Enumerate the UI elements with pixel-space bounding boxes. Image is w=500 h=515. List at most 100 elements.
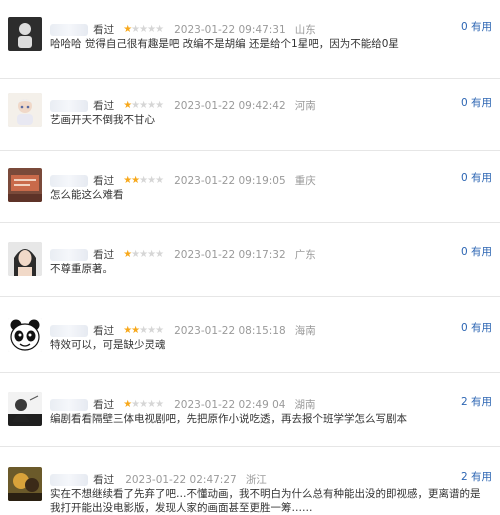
useful-count: 0 (460, 21, 468, 33)
review-text: 特效可以，可是缺少灵魂 (50, 339, 166, 351)
review-time: 2023-01-22 08:15:18 (174, 324, 286, 337)
divider (0, 78, 500, 79)
divider (0, 446, 500, 447)
review-location: 山东 (294, 24, 316, 36)
star-icon: ★ (147, 100, 156, 111)
review-text: 不尊重原著。 (50, 263, 113, 275)
star-icon: ★ (147, 325, 156, 336)
useful-label: 有用 (471, 471, 492, 483)
review-time: 2023-01-22 09:42:42 (174, 99, 286, 112)
watch-status: 看过 (93, 474, 115, 486)
divider (0, 222, 500, 223)
useful-count: 0 (460, 97, 468, 109)
star-icon: ★ (139, 325, 148, 336)
username-blur (50, 324, 88, 337)
useful-label: 有用 (471, 172, 492, 184)
review-time: 2023-01-22 09:47:31 (174, 23, 286, 36)
username-blur (50, 174, 88, 187)
useful-count: 2 (460, 396, 468, 408)
star-icon: ★ (131, 325, 140, 336)
review-text: 哈哈哈 觉得自己很有趣是吧 改编不是胡编 还是给个1星吧，因为不能给0星 (50, 38, 399, 50)
review-location: 湖南 (294, 399, 316, 411)
watch-status: 看过 (93, 325, 115, 337)
useful-label: 有用 (471, 322, 492, 334)
star-icon: ★ (139, 399, 148, 410)
star-icon: ★ (155, 325, 164, 336)
review-item: 看过 ★★★★★ 2023-01-22 09:47:31 山东 0 有用 哈哈哈… (0, 17, 500, 87)
useful-label: 有用 (471, 246, 492, 258)
useful-vote[interactable]: 0 有用 (461, 244, 492, 259)
star-icon: ★ (131, 100, 140, 111)
useful-count: 0 (460, 322, 468, 334)
useful-vote[interactable]: 0 有用 (461, 19, 492, 34)
review-item: 看过 ★★★★★ 2023-01-22 09:19:05 重庆 0 有用 怎么能… (0, 168, 500, 238)
star-icon: ★ (123, 175, 132, 186)
divider (0, 296, 500, 297)
star-icon: ★ (139, 249, 148, 260)
rating-stars: ★★★★★ (123, 100, 164, 111)
watch-status: 看过 (93, 399, 115, 411)
avatar[interactable] (8, 242, 42, 276)
review-time: 2023-01-22 02:47:27 (125, 473, 237, 486)
review-location: 浙江 (245, 474, 267, 486)
avatar[interactable] (8, 467, 42, 501)
useful-vote[interactable]: 0 有用 (461, 170, 492, 185)
star-icon: ★ (131, 399, 140, 410)
star-icon: ★ (123, 325, 132, 336)
watch-status: 看过 (93, 249, 115, 261)
star-icon: ★ (155, 399, 164, 410)
avatar[interactable] (8, 17, 42, 51)
star-icon: ★ (139, 100, 148, 111)
review-item: 看过 ★★★★★ 2023-01-22 08:15:18 海南 0 有用 特效可… (0, 318, 500, 388)
useful-count: 0 (460, 172, 468, 184)
watch-status: 看过 (93, 100, 115, 112)
review-meta: 看过 ★★★★★ 2023-01-22 09:17:32 广东 (50, 244, 316, 261)
star-icon: ★ (155, 100, 164, 111)
review-time: 2023-01-22 02:49 04 (174, 398, 286, 411)
avatar-icon (8, 318, 42, 352)
useful-count: 0 (460, 246, 468, 258)
review-list: 看过 ★★★★★ 2023-01-22 09:47:31 山东 0 有用 哈哈哈… (0, 0, 500, 514)
avatar[interactable] (8, 318, 42, 352)
review-location: 重庆 (294, 175, 316, 187)
star-icon: ★ (147, 249, 156, 260)
useful-vote[interactable]: 2 有用 (461, 469, 492, 484)
useful-vote[interactable]: 0 有用 (461, 320, 492, 335)
useful-vote[interactable]: 2 有用 (461, 394, 492, 409)
star-icon: ★ (147, 175, 156, 186)
review-location: 广东 (294, 249, 316, 261)
review-meta: 看过 ★★★★★ 2023-01-22 09:42:42 河南 (50, 95, 316, 112)
star-icon: ★ (123, 249, 132, 260)
review-item: 看过 ★★★★★ 2023-01-22 09:17:32 广东 0 有用 不尊重… (0, 242, 500, 312)
review-meta: 看过 ★★★★★ 2023-01-22 09:47:31 山东 (50, 19, 316, 36)
watch-status: 看过 (93, 24, 115, 36)
avatar[interactable] (8, 93, 42, 127)
review-location: 河南 (294, 100, 316, 112)
username-blur (50, 99, 88, 112)
star-icon: ★ (123, 100, 132, 111)
star-icon: ★ (155, 24, 164, 35)
avatar[interactable] (8, 168, 42, 202)
review-text: 编剧看看隔壁三体电视剧吧，先把原作小说吃透，再去报个班学学怎么写剧本 (50, 413, 407, 425)
useful-vote[interactable]: 0 有用 (461, 95, 492, 110)
review-meta: 看过 2023-01-22 02:47:27 浙江 (50, 469, 267, 486)
star-icon: ★ (123, 24, 132, 35)
avatar[interactable] (8, 392, 42, 426)
useful-count: 2 (460, 471, 468, 483)
username-blur (50, 398, 88, 411)
avatar-icon (8, 242, 42, 276)
avatar-icon (8, 392, 42, 426)
avatar-icon (8, 467, 42, 501)
star-icon: ★ (147, 399, 156, 410)
useful-label: 有用 (471, 396, 492, 408)
review-time: 2023-01-22 09:17:32 (174, 248, 286, 261)
useful-label: 有用 (471, 21, 492, 33)
review-time: 2023-01-22 09:19:05 (174, 174, 286, 187)
rating-stars: ★★★★★ (123, 325, 164, 336)
review-text: 实在不想继续看了先弃了吧…不懂动画，我不明白为什么总有种能出没的即视感，更离谱的… (50, 488, 481, 514)
review-text: 怎么能这么难看 (50, 189, 124, 201)
review-item: 看过 2023-01-22 02:47:27 浙江 2 有用 实在不想继续看了先… (0, 467, 500, 514)
avatar-icon (8, 93, 42, 127)
rating-stars: ★★★★★ (123, 399, 164, 410)
divider (0, 150, 500, 151)
